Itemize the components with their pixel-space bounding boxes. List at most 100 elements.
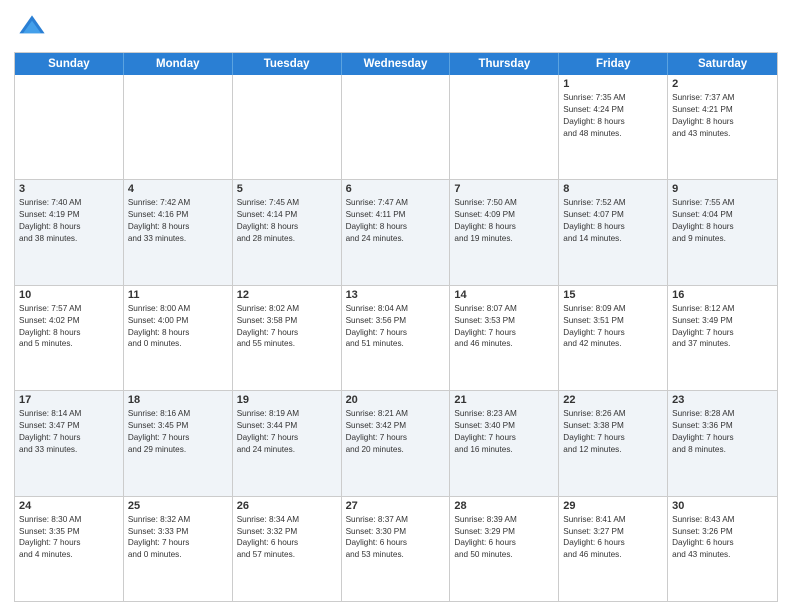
day-info: Sunrise: 7:40 AM Sunset: 4:19 PM Dayligh… [19, 197, 119, 245]
day-number: 19 [237, 394, 337, 406]
day-number: 11 [128, 289, 228, 301]
calendar-cell: 27 Sunrise: 8:37 AM Sunset: 3:30 PM Dayli… [342, 497, 451, 601]
day-number: 4 [128, 183, 228, 195]
calendar-cell: 22 Sunrise: 8:26 AM Sunset: 3:38 PM Dayli… [559, 391, 668, 495]
day-info: Sunrise: 8:19 AM Sunset: 3:44 PM Dayligh… [237, 408, 337, 456]
day-number: 9 [672, 183, 773, 195]
calendar-cell [233, 75, 342, 179]
calendar-cell: 11 Sunrise: 8:00 AM Sunset: 4:00 PM Dayli… [124, 286, 233, 390]
calendar-cell: 4Sunrise: 7:42 AM Sunset: 4:16 PM Daylig… [124, 180, 233, 284]
day-info: Sunrise: 7:52 AM Sunset: 4:07 PM Dayligh… [563, 197, 663, 245]
day-number: 15 [563, 289, 663, 301]
calendar-cell: 8Sunrise: 7:52 AM Sunset: 4:07 PM Daylig… [559, 180, 668, 284]
day-number: 22 [563, 394, 663, 406]
day-info: Sunrise: 8:39 AM Sunset: 3:29 PM Dayligh… [454, 514, 554, 562]
day-info: Sunrise: 8:43 AM Sunset: 3:26 PM Dayligh… [672, 514, 773, 562]
calendar: SundayMondayTuesdayWednesdayThursdayFrid… [14, 52, 778, 602]
calendar-cell [342, 75, 451, 179]
calendar-cell: 21Sunrise: 8:23 AM Sunset: 3:40 PM Dayli… [450, 391, 559, 495]
day-info: Sunrise: 8:30 AM Sunset: 3:35 PM Dayligh… [19, 514, 119, 562]
calendar-cell: 2 Sunrise: 7:37 AM Sunset: 4:21 PM Daylig… [668, 75, 777, 179]
calendar-header-cell: Thursday [450, 53, 559, 75]
day-number: 20 [346, 394, 446, 406]
day-info: Sunrise: 8:28 AM Sunset: 3:36 PM Dayligh… [672, 408, 773, 456]
day-info: Sunrise: 8:07 AM Sunset: 3:53 PM Dayligh… [454, 303, 554, 351]
day-number: 2 [672, 78, 773, 90]
day-info: Sunrise: 7:50 AM Sunset: 4:09 PM Dayligh… [454, 197, 554, 245]
day-number: 7 [454, 183, 554, 195]
day-number: 26 [237, 500, 337, 512]
calendar-cell: 23 Sunrise: 8:28 AM Sunset: 3:36 PM Dayli… [668, 391, 777, 495]
calendar-cell: 29 Sunrise: 8:41 AM Sunset: 3:27 PM Dayli… [559, 497, 668, 601]
day-number: 23 [672, 394, 773, 406]
day-info: Sunrise: 8:04 AM Sunset: 3:56 PM Dayligh… [346, 303, 446, 351]
day-number: 21 [454, 394, 554, 406]
day-number: 6 [346, 183, 446, 195]
calendar-cell: 20 Sunrise: 8:21 AM Sunset: 3:42 PM Dayli… [342, 391, 451, 495]
calendar-cell: 3 Sunrise: 7:40 AM Sunset: 4:19 PM Daylig… [15, 180, 124, 284]
calendar-cell: 7 Sunrise: 7:50 AM Sunset: 4:09 PM Daylig… [450, 180, 559, 284]
calendar-header: SundayMondayTuesdayWednesdayThursdayFrid… [15, 53, 777, 75]
day-number: 16 [672, 289, 773, 301]
day-number: 13 [346, 289, 446, 301]
calendar-cell: 16Sunrise: 8:12 AM Sunset: 3:49 PM Dayli… [668, 286, 777, 390]
calendar-cell [450, 75, 559, 179]
day-info: Sunrise: 8:14 AM Sunset: 3:47 PM Dayligh… [19, 408, 119, 456]
calendar-body: 1 Sunrise: 7:35 AM Sunset: 4:24 PM Daylig… [15, 75, 777, 601]
calendar-header-cell: Sunday [15, 53, 124, 75]
calendar-cell: 19 Sunrise: 8:19 AM Sunset: 3:44 PM Dayli… [233, 391, 342, 495]
calendar-row: 10 Sunrise: 7:57 AM Sunset: 4:02 PM Dayli… [15, 285, 777, 390]
day-number: 3 [19, 183, 119, 195]
day-info: Sunrise: 7:37 AM Sunset: 4:21 PM Dayligh… [672, 92, 773, 140]
calendar-cell: 14 Sunrise: 8:07 AM Sunset: 3:53 PM Dayli… [450, 286, 559, 390]
day-number: 18 [128, 394, 228, 406]
day-number: 17 [19, 394, 119, 406]
calendar-row: 3 Sunrise: 7:40 AM Sunset: 4:19 PM Daylig… [15, 179, 777, 284]
calendar-cell: 24 Sunrise: 8:30 AM Sunset: 3:35 PM Dayli… [15, 497, 124, 601]
day-info: Sunrise: 7:57 AM Sunset: 4:02 PM Dayligh… [19, 303, 119, 351]
calendar-cell: 13 Sunrise: 8:04 AM Sunset: 3:56 PM Dayli… [342, 286, 451, 390]
calendar-row: 17 Sunrise: 8:14 AM Sunset: 3:47 PM Dayli… [15, 390, 777, 495]
day-info: Sunrise: 8:21 AM Sunset: 3:42 PM Dayligh… [346, 408, 446, 456]
day-info: Sunrise: 7:45 AM Sunset: 4:14 PM Dayligh… [237, 197, 337, 245]
day-info: Sunrise: 7:47 AM Sunset: 4:11 PM Dayligh… [346, 197, 446, 245]
calendar-cell: 28 Sunrise: 8:39 AM Sunset: 3:29 PM Dayli… [450, 497, 559, 601]
calendar-cell: 5 Sunrise: 7:45 AM Sunset: 4:14 PM Daylig… [233, 180, 342, 284]
day-number: 24 [19, 500, 119, 512]
calendar-header-cell: Wednesday [342, 53, 451, 75]
day-info: Sunrise: 8:26 AM Sunset: 3:38 PM Dayligh… [563, 408, 663, 456]
day-info: Sunrise: 7:55 AM Sunset: 4:04 PM Dayligh… [672, 197, 773, 245]
calendar-row: 1 Sunrise: 7:35 AM Sunset: 4:24 PM Daylig… [15, 75, 777, 179]
calendar-cell: 25 Sunrise: 8:32 AM Sunset: 3:33 PM Dayli… [124, 497, 233, 601]
day-info: Sunrise: 8:41 AM Sunset: 3:27 PM Dayligh… [563, 514, 663, 562]
day-info: Sunrise: 8:34 AM Sunset: 3:32 PM Dayligh… [237, 514, 337, 562]
day-number: 1 [563, 78, 663, 90]
day-info: Sunrise: 8:09 AM Sunset: 3:51 PM Dayligh… [563, 303, 663, 351]
day-number: 25 [128, 500, 228, 512]
calendar-cell: 10 Sunrise: 7:57 AM Sunset: 4:02 PM Dayli… [15, 286, 124, 390]
day-number: 30 [672, 500, 773, 512]
day-info: Sunrise: 8:16 AM Sunset: 3:45 PM Dayligh… [128, 408, 228, 456]
day-number: 5 [237, 183, 337, 195]
calendar-cell: 1 Sunrise: 7:35 AM Sunset: 4:24 PM Daylig… [559, 75, 668, 179]
header [14, 10, 778, 46]
calendar-cell [15, 75, 124, 179]
day-info: Sunrise: 8:32 AM Sunset: 3:33 PM Dayligh… [128, 514, 228, 562]
calendar-cell: 9 Sunrise: 7:55 AM Sunset: 4:04 PM Daylig… [668, 180, 777, 284]
calendar-cell: 17 Sunrise: 8:14 AM Sunset: 3:47 PM Dayli… [15, 391, 124, 495]
calendar-cell: 26 Sunrise: 8:34 AM Sunset: 3:32 PM Dayli… [233, 497, 342, 601]
logo [14, 10, 54, 46]
calendar-cell: 30 Sunrise: 8:43 AM Sunset: 3:26 PM Dayli… [668, 497, 777, 601]
day-number: 29 [563, 500, 663, 512]
day-number: 27 [346, 500, 446, 512]
day-number: 28 [454, 500, 554, 512]
day-number: 12 [237, 289, 337, 301]
calendar-cell: 12Sunrise: 8:02 AM Sunset: 3:58 PM Dayli… [233, 286, 342, 390]
day-info: Sunrise: 7:35 AM Sunset: 4:24 PM Dayligh… [563, 92, 663, 140]
calendar-header-cell: Monday [124, 53, 233, 75]
calendar-cell [124, 75, 233, 179]
day-info: Sunrise: 8:37 AM Sunset: 3:30 PM Dayligh… [346, 514, 446, 562]
day-number: 14 [454, 289, 554, 301]
day-info: Sunrise: 8:00 AM Sunset: 4:00 PM Dayligh… [128, 303, 228, 351]
day-number: 10 [19, 289, 119, 301]
